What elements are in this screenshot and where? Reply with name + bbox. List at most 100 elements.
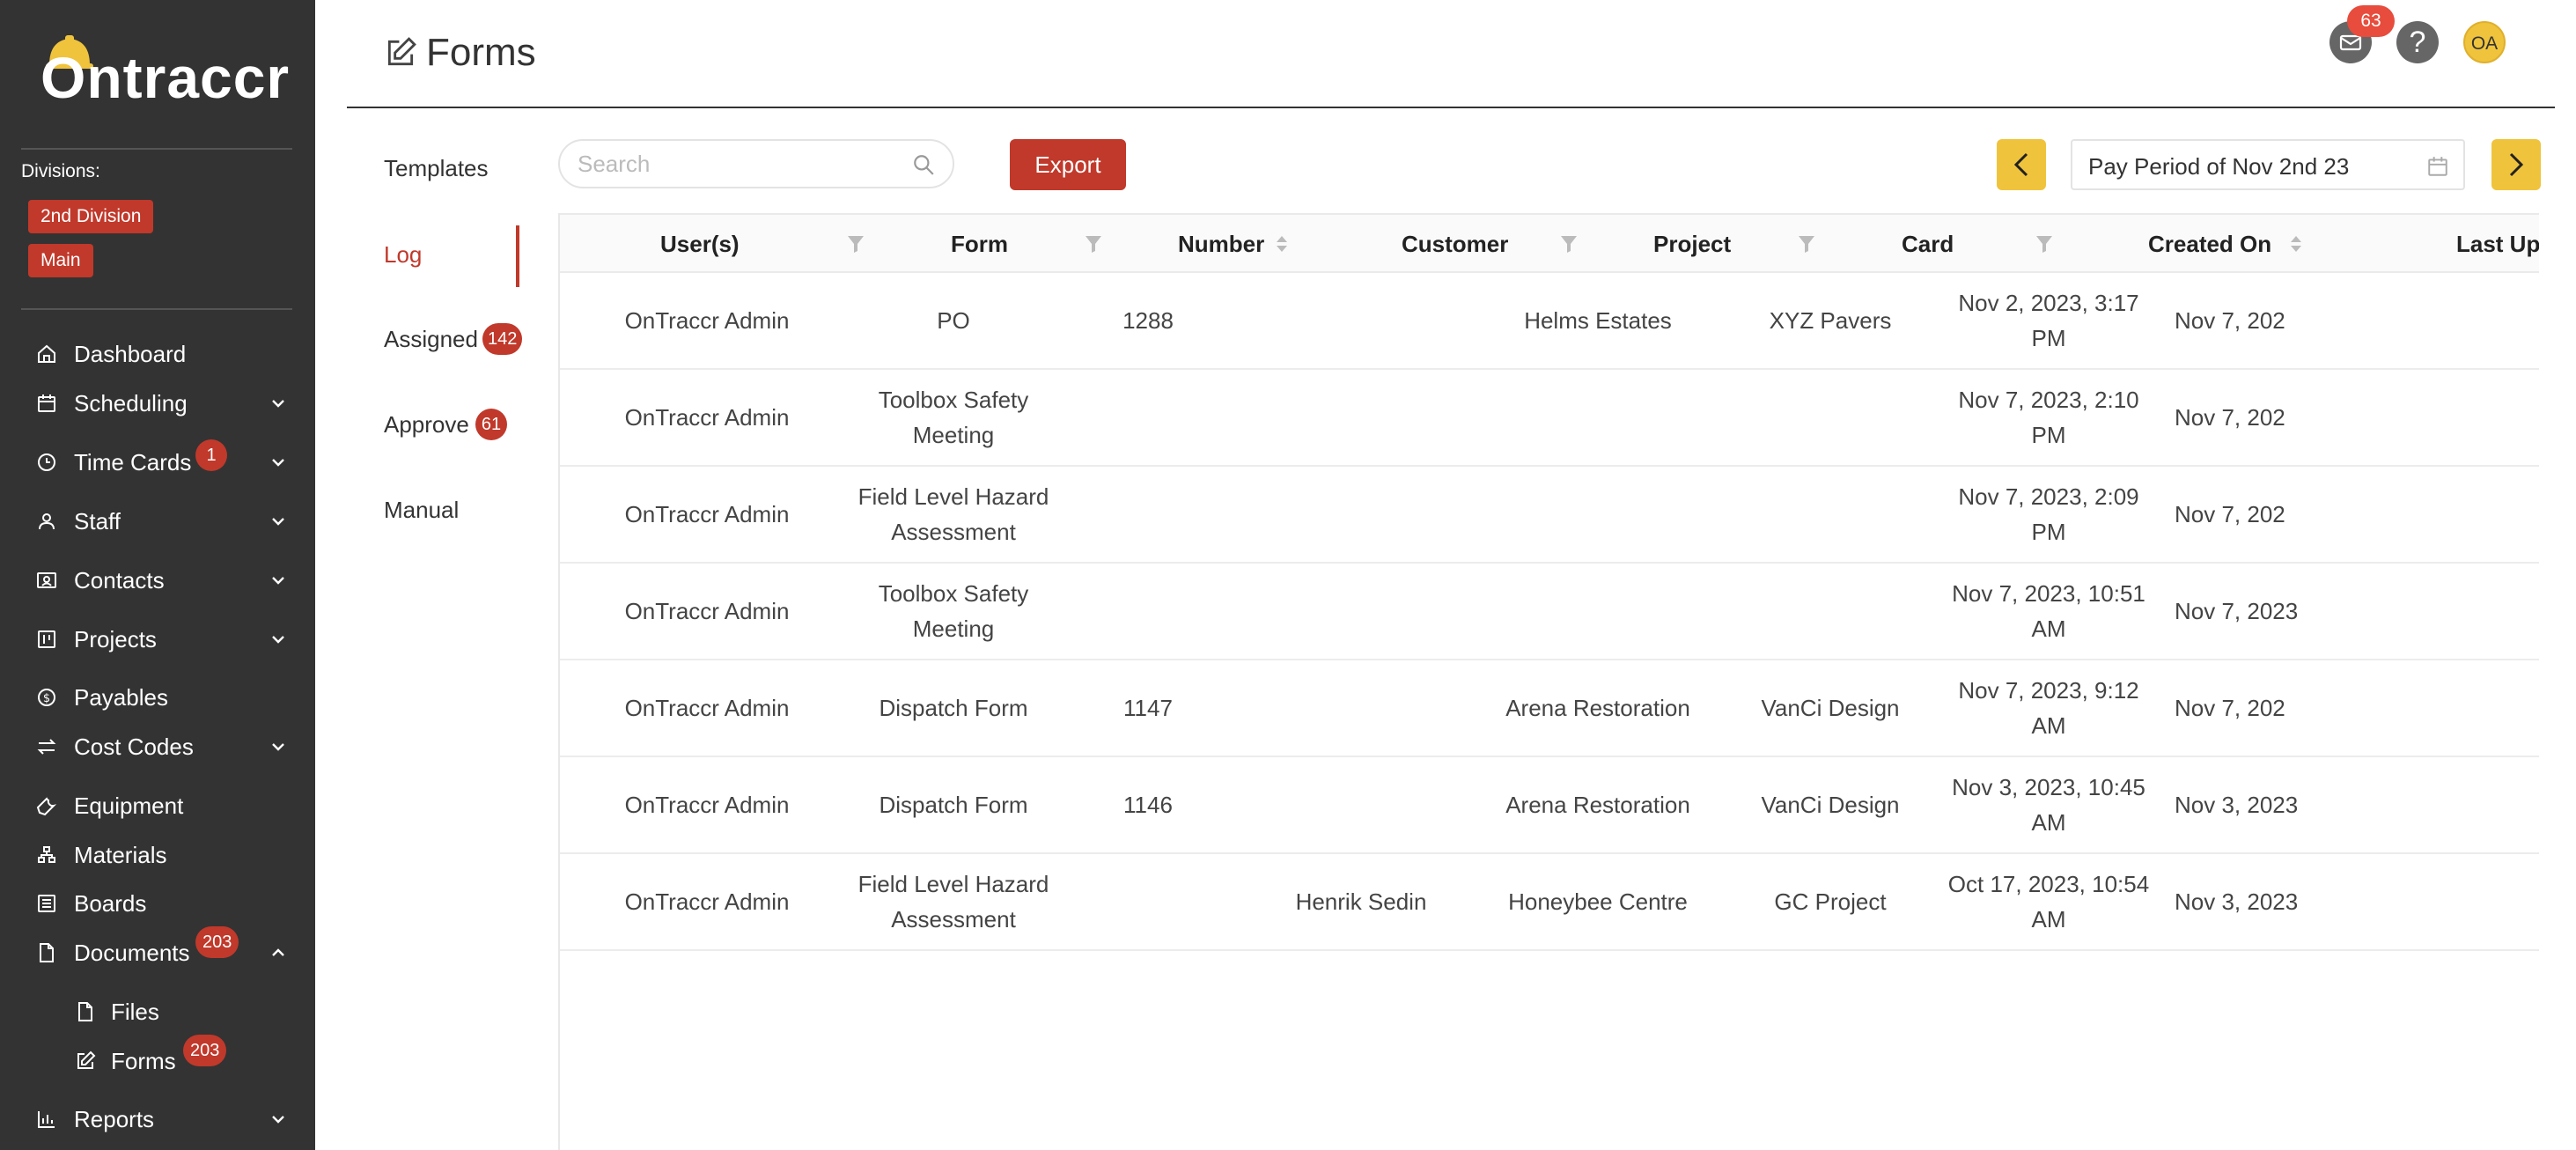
column-header-customer[interactable]: Customer xyxy=(1402,215,1508,273)
filter-icon[interactable] xyxy=(847,234,865,254)
sidebar-item-label: Payables xyxy=(74,683,168,711)
search-icon[interactable] xyxy=(912,153,935,176)
cell-card: XYZ Pavers xyxy=(1769,307,1892,334)
sort-icon[interactable] xyxy=(1273,234,1291,254)
division-tag-2nd-division[interactable]: 2nd Division xyxy=(28,200,154,233)
cell-card: GC Project xyxy=(1774,888,1887,915)
help-button[interactable]: ? xyxy=(2396,21,2439,63)
sidebar-item-payables[interactable]: $ Payables xyxy=(0,673,315,722)
cell-customer xyxy=(1243,370,1479,465)
documents-badge: 203 xyxy=(195,926,239,958)
column-header-last-updated[interactable]: Last Upd xyxy=(2456,215,2539,273)
cell-last-updated: Nov 7, 202 xyxy=(2175,307,2285,334)
table-row[interactable]: OnTraccr Admin Toolbox Safety Meeting Nov … xyxy=(560,564,2539,660)
forms-badge: 203 xyxy=(183,1035,227,1066)
tab-approve[interactable]: Approve xyxy=(384,411,469,439)
cell-created-on: Nov 7, 2023, 9:12 AM xyxy=(1958,677,2139,739)
column-header-project[interactable]: Project xyxy=(1653,215,1731,273)
sidebar-item-forms[interactable]: Forms 203 xyxy=(0,1035,315,1086)
tab-manual[interactable]: Manual xyxy=(384,497,459,524)
edit-icon xyxy=(387,37,416,66)
ontraccr-logo[interactable]: Ontraccr xyxy=(40,35,289,110)
cell-users: OnTraccr Admin xyxy=(624,792,790,818)
filter-icon[interactable] xyxy=(1798,234,1815,254)
table-header: User(s) Form Number Customer Project Car… xyxy=(560,213,2539,273)
column-header-created-on[interactable]: Created On xyxy=(2148,215,2271,273)
filter-icon[interactable] xyxy=(1085,234,1102,254)
sidebar-item-staff[interactable]: Staff xyxy=(0,497,315,546)
column-header-form[interactable]: Form xyxy=(951,215,1008,273)
cell-users: OnTraccr Admin xyxy=(624,598,790,624)
table-row[interactable]: OnTraccr Admin Toolbox Safety Meeting Nov … xyxy=(560,370,2539,467)
cell-project xyxy=(1479,370,1717,465)
cell-last-updated: Nov 3, 2023 xyxy=(2175,888,2299,915)
cell-created-on: Nov 7, 2023, 10:51 AM xyxy=(1952,580,2145,642)
sidebar-item-files[interactable]: Files xyxy=(0,987,315,1036)
divisions-label: Divisions: xyxy=(21,161,100,181)
cell-project: Arena Restoration xyxy=(1505,792,1690,818)
cell-created-on: Nov 2, 2023, 3:17 PM xyxy=(1958,290,2139,351)
calendar-icon xyxy=(35,392,58,415)
sidebar-item-label: Reports xyxy=(74,1105,155,1132)
filter-icon[interactable] xyxy=(1560,234,1578,254)
sidebar-item-equipment[interactable]: Equipment xyxy=(0,781,315,830)
table-row[interactable]: OnTraccr Admin PO 1288 Helms Estates XYZ Pav… xyxy=(560,273,2539,370)
sidebar-item-boards[interactable]: Boards xyxy=(0,879,315,928)
sidebar-item-time-cards[interactable]: Time Cards 1 xyxy=(0,438,315,487)
tab-log[interactable]: Log xyxy=(384,241,422,269)
cell-number xyxy=(1053,467,1243,562)
division-tag-main[interactable]: Main xyxy=(28,244,93,277)
cell-number: 1288 xyxy=(1122,307,1174,334)
cell-customer xyxy=(1243,757,1479,852)
column-header-users[interactable]: User(s) xyxy=(660,215,740,273)
wrench-icon xyxy=(35,794,58,817)
previous-period-button[interactable] xyxy=(1997,139,2046,190)
table-row[interactable]: OnTraccr Admin Dispatch Form 1147 Arena Res… xyxy=(560,660,2539,757)
cell-form: Field Level Hazard Assessment xyxy=(857,483,1049,545)
sidebar-item-cost-codes[interactable]: Cost Codes xyxy=(0,722,315,771)
sidebar-item-label: Forms xyxy=(111,1047,176,1074)
column-header-number[interactable]: Number xyxy=(1178,215,1264,273)
search-input[interactable] xyxy=(578,148,903,180)
tab-assigned[interactable]: Assigned xyxy=(384,326,478,353)
sidebar-item-dashboard[interactable]: Dashboard xyxy=(0,329,315,379)
time-cards-badge: 1 xyxy=(195,439,227,471)
table-row[interactable]: OnTraccr Admin Dispatch Form 1146 Arena Res… xyxy=(560,757,2539,854)
sort-icon[interactable] xyxy=(2287,234,2305,254)
cell-number: 1147 xyxy=(1123,695,1173,721)
cell-form: Dispatch Form xyxy=(879,792,1028,818)
tab-templates[interactable]: Templates xyxy=(384,155,489,182)
clock-icon xyxy=(35,451,58,474)
cell-card xyxy=(1717,370,1944,465)
cell-form: Toolbox Safety Meeting xyxy=(878,387,1029,448)
sidebar-item-materials[interactable]: Materials xyxy=(0,830,315,880)
table-row[interactable]: OnTraccr Admin Field Level Hazard Assessm… xyxy=(560,467,2539,564)
cell-created-on: Oct 17, 2023, 10:54 AM xyxy=(1947,871,2150,933)
table-row[interactable]: OnTraccr Admin Field Level Hazard Assessm… xyxy=(560,854,2539,951)
cell-last-updated: Nov 7, 202 xyxy=(2175,501,2285,527)
sidebar: Ontraccr Divisions: 2nd Division Main Da… xyxy=(0,0,315,1150)
pay-period-picker[interactable]: Pay Period of Nov 2nd 23 xyxy=(2071,139,2465,190)
pay-period-value: Pay Period of Nov 2nd 23 xyxy=(2088,153,2350,180)
export-button[interactable]: Export xyxy=(1010,139,1126,190)
sidebar-item-reports[interactable]: Reports xyxy=(0,1095,315,1144)
cell-last-updated: Nov 7, 2023 xyxy=(2175,598,2299,624)
column-header-card[interactable]: Card xyxy=(1902,215,1954,273)
cell-number xyxy=(1053,564,1243,659)
cell-users: OnTraccr Admin xyxy=(624,695,790,721)
chevron-down-icon xyxy=(269,512,287,530)
cell-card: VanCi Design xyxy=(1761,792,1900,818)
sidebar-item-scheduling[interactable]: Scheduling xyxy=(0,379,315,428)
sidebar-item-label: Contacts xyxy=(74,566,165,593)
filter-icon[interactable] xyxy=(2035,234,2053,254)
sidebar-item-documents[interactable]: Documents 203 xyxy=(0,926,315,977)
calendar-icon xyxy=(2428,157,2447,176)
cell-customer xyxy=(1243,564,1479,659)
next-period-button[interactable] xyxy=(2491,139,2541,190)
cell-project: Helms Estates xyxy=(1524,307,1672,334)
cell-customer xyxy=(1243,467,1479,562)
sidebar-item-contacts[interactable]: Contacts xyxy=(0,556,315,605)
sidebar-item-projects[interactable]: Projects xyxy=(0,615,315,664)
avatar[interactable]: OA xyxy=(2463,21,2506,63)
sidebar-item-label: Documents xyxy=(74,939,190,966)
